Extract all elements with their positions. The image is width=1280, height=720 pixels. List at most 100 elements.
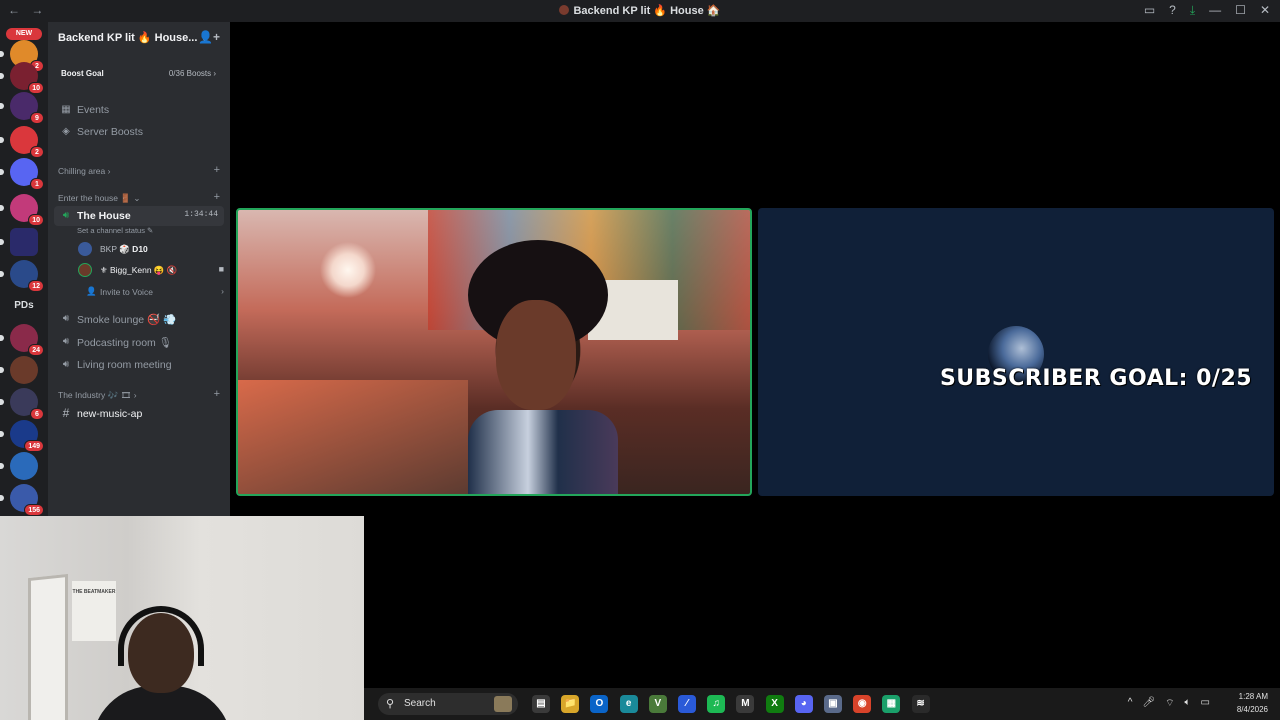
voice-user[interactable]: BKP 🎲 D10 bbox=[78, 241, 224, 259]
taskbar-search[interactable]: ⚲ Search bbox=[378, 693, 518, 715]
server-pds[interactable]: PDs bbox=[6, 300, 42, 311]
mention-badge: 10 bbox=[28, 214, 44, 226]
subscriber-goal-text: SUBSCRIBER GOAL: 0/25 bbox=[939, 366, 1253, 391]
server-icon[interactable] bbox=[0, 452, 38, 480]
wifi-icon[interactable]: ⌔ bbox=[1165, 697, 1174, 710]
server-icon[interactable] bbox=[0, 356, 38, 384]
app-blue-icon[interactable]: ⁄ bbox=[678, 695, 696, 713]
volume-icon[interactable]: 🔈︎ bbox=[1185, 697, 1191, 710]
video-tile-stream[interactable]: SUBSCRIBER GOAL: 0/25 bbox=[758, 208, 1274, 496]
vectorworks-icon[interactable]: V bbox=[648, 695, 667, 713]
voice-channel-smoke-lounge[interactable]: 🔊︎ Smoke lounge 🚭 💨 bbox=[54, 309, 224, 329]
xbox-icon[interactable]: X bbox=[765, 695, 784, 713]
app-wave-icon[interactable]: ≋ bbox=[911, 695, 930, 713]
add-channel-icon[interactable]: + bbox=[214, 191, 220, 203]
mention-badge: 9 bbox=[30, 112, 44, 124]
calendar-icon: ▦ bbox=[61, 104, 71, 115]
channel-label: Podcasting room 🎙 bbox=[77, 337, 173, 349]
door bbox=[28, 573, 68, 720]
server-icon[interactable]: 2 bbox=[0, 126, 44, 158]
chrome-icon[interactable]: ◉ bbox=[853, 695, 872, 713]
invite-to-voice[interactable]: 👤 Invite to Voice › bbox=[78, 285, 224, 301]
channel-label: Smoke lounge 🚭 💨 bbox=[77, 314, 177, 326]
gmail-icon[interactable]: M bbox=[736, 695, 755, 713]
inbox-icon[interactable]: ▭ bbox=[1144, 3, 1155, 18]
server-icon[interactable]: 10 bbox=[0, 194, 44, 226]
maximize-button[interactable]: ☐ bbox=[1235, 3, 1246, 18]
close-button[interactable]: ✕ bbox=[1260, 3, 1270, 18]
hash-icon: # bbox=[62, 406, 70, 420]
person-face bbox=[496, 300, 576, 410]
clock[interactable]: 1:28 AM 8/4/2026 bbox=[1237, 690, 1268, 716]
mention-badge: 149 bbox=[24, 440, 44, 452]
time: 1:28 AM bbox=[1238, 692, 1268, 701]
guild-header[interactable]: Backend KP lit 🔥 House... ⌄ 👤+ bbox=[48, 22, 230, 54]
text-channel-new-music[interactable]: # new-music-ap bbox=[54, 404, 224, 424]
mic-icon[interactable]: 🎤︎ bbox=[1142, 697, 1155, 710]
category-enter-house[interactable]: Enter the house 🚪 ⌄ + bbox=[58, 191, 224, 204]
app-white-icon[interactable]: ▣ bbox=[824, 695, 842, 713]
help-icon[interactable]: ? bbox=[1169, 3, 1176, 18]
task-view-icon[interactable]: ▤ bbox=[532, 695, 550, 713]
poster: THE BEATMAKER bbox=[72, 581, 116, 641]
person-shirt bbox=[468, 410, 618, 494]
server-icon[interactable]: 12 bbox=[0, 260, 44, 292]
avatar bbox=[78, 242, 92, 256]
server-boosts-item[interactable]: ◈ Server Boosts bbox=[54, 122, 224, 142]
avatar bbox=[78, 263, 92, 277]
minimize-button[interactable]: — bbox=[1209, 3, 1221, 18]
speaker-icon: 🔊︎ bbox=[62, 359, 70, 370]
new-badge: NEW bbox=[6, 28, 42, 40]
server-icon[interactable] bbox=[0, 228, 38, 256]
server-icon[interactable]: 24 bbox=[0, 324, 44, 356]
category-industry[interactable]: The Industry 🎶 🎞 › + bbox=[58, 388, 224, 401]
outlook-icon[interactable]: O bbox=[590, 695, 609, 713]
app-green-icon[interactable]: ▦ bbox=[882, 695, 901, 713]
server-icon[interactable]: 9 bbox=[0, 92, 44, 124]
file-explorer-icon[interactable]: 📁 bbox=[561, 695, 580, 713]
voice-channel-living-room[interactable]: 🔊︎ Living room meeting bbox=[54, 355, 224, 375]
server-icon bbox=[559, 5, 570, 15]
voice-channel-podcasting[interactable]: 🔊︎ Podcasting room 🎙 bbox=[54, 332, 224, 352]
taskbar: ⚲ Search ▤ 📁 Oe V ⁄ ♫ M X ◕ ▣ ◉ ▦ ≋ ^ 🎤︎ ⌔ 🔈︎ ▭ 1:28… bbox=[364, 688, 1280, 720]
add-user-icon[interactable]: 👤+ bbox=[198, 30, 220, 44]
channel-label: new-music-ap bbox=[77, 408, 143, 420]
boost-goal[interactable]: Boost Goal 0/36 Boosts › bbox=[54, 64, 224, 82]
mention-badge: 6 bbox=[30, 408, 44, 420]
window-controls: ▭ ? ⤓ — ☐ ✕ bbox=[1144, 3, 1270, 18]
add-user-icon: 👤 bbox=[86, 286, 97, 296]
mention-badge: 24 bbox=[28, 344, 44, 356]
edge-icon[interactable]: e bbox=[619, 695, 638, 713]
add-channel-icon[interactable]: + bbox=[214, 164, 220, 176]
discord-icon[interactable]: ◕ bbox=[794, 695, 813, 713]
mention-badge: 1 bbox=[30, 178, 44, 190]
server-icon[interactable]: 149 bbox=[0, 420, 44, 452]
speaker-icon: 🔊︎ bbox=[62, 336, 70, 347]
mention-badge: 2 bbox=[30, 146, 44, 158]
events-item[interactable]: ▦ Events bbox=[54, 100, 224, 120]
voice-user[interactable]: ⚜ Bigg_Kenn 😝 🔇 ■ bbox=[78, 262, 224, 280]
category-chilling[interactable]: Chilling area › + bbox=[58, 164, 224, 176]
desk bbox=[238, 380, 468, 494]
server-icon[interactable]: 10 bbox=[0, 62, 44, 94]
events-label: Events bbox=[77, 104, 110, 116]
window-title: Backend KP lit 🔥 House 🏠 bbox=[0, 4, 1280, 17]
video-tile-camera[interactable] bbox=[236, 208, 752, 496]
mention-badge: 10 bbox=[28, 82, 44, 94]
spotify-icon[interactable]: ♫ bbox=[707, 695, 726, 713]
voice-user-name: BKP 🎲 D10 bbox=[100, 244, 148, 254]
title-bar: ← → Backend KP lit 🔥 House 🏠 ▭ ? ⤓ — ☐ ✕ bbox=[0, 0, 1280, 22]
search-placeholder: Search bbox=[404, 698, 436, 709]
camera-icon: ■ bbox=[218, 264, 224, 274]
add-channel-icon[interactable]: + bbox=[214, 388, 220, 400]
channel-status-hint[interactable]: Set a channel status ✎ bbox=[77, 226, 153, 235]
chevron-up-icon[interactable]: ^ bbox=[1128, 697, 1133, 710]
server-icon[interactable]: 6 bbox=[0, 388, 44, 420]
battery-icon[interactable]: ▭ bbox=[1201, 697, 1210, 710]
server-icon[interactable]: 156 bbox=[0, 484, 44, 516]
download-icon[interactable]: ⤓ bbox=[1190, 3, 1195, 18]
voice-channel-the-house[interactable]: 🔊︎ The House 1:34:44 bbox=[54, 206, 224, 226]
date: 8/4/2026 bbox=[1236, 705, 1268, 714]
server-boosts-label: Server Boosts bbox=[77, 126, 143, 138]
server-icon[interactable]: 1 bbox=[0, 158, 44, 190]
